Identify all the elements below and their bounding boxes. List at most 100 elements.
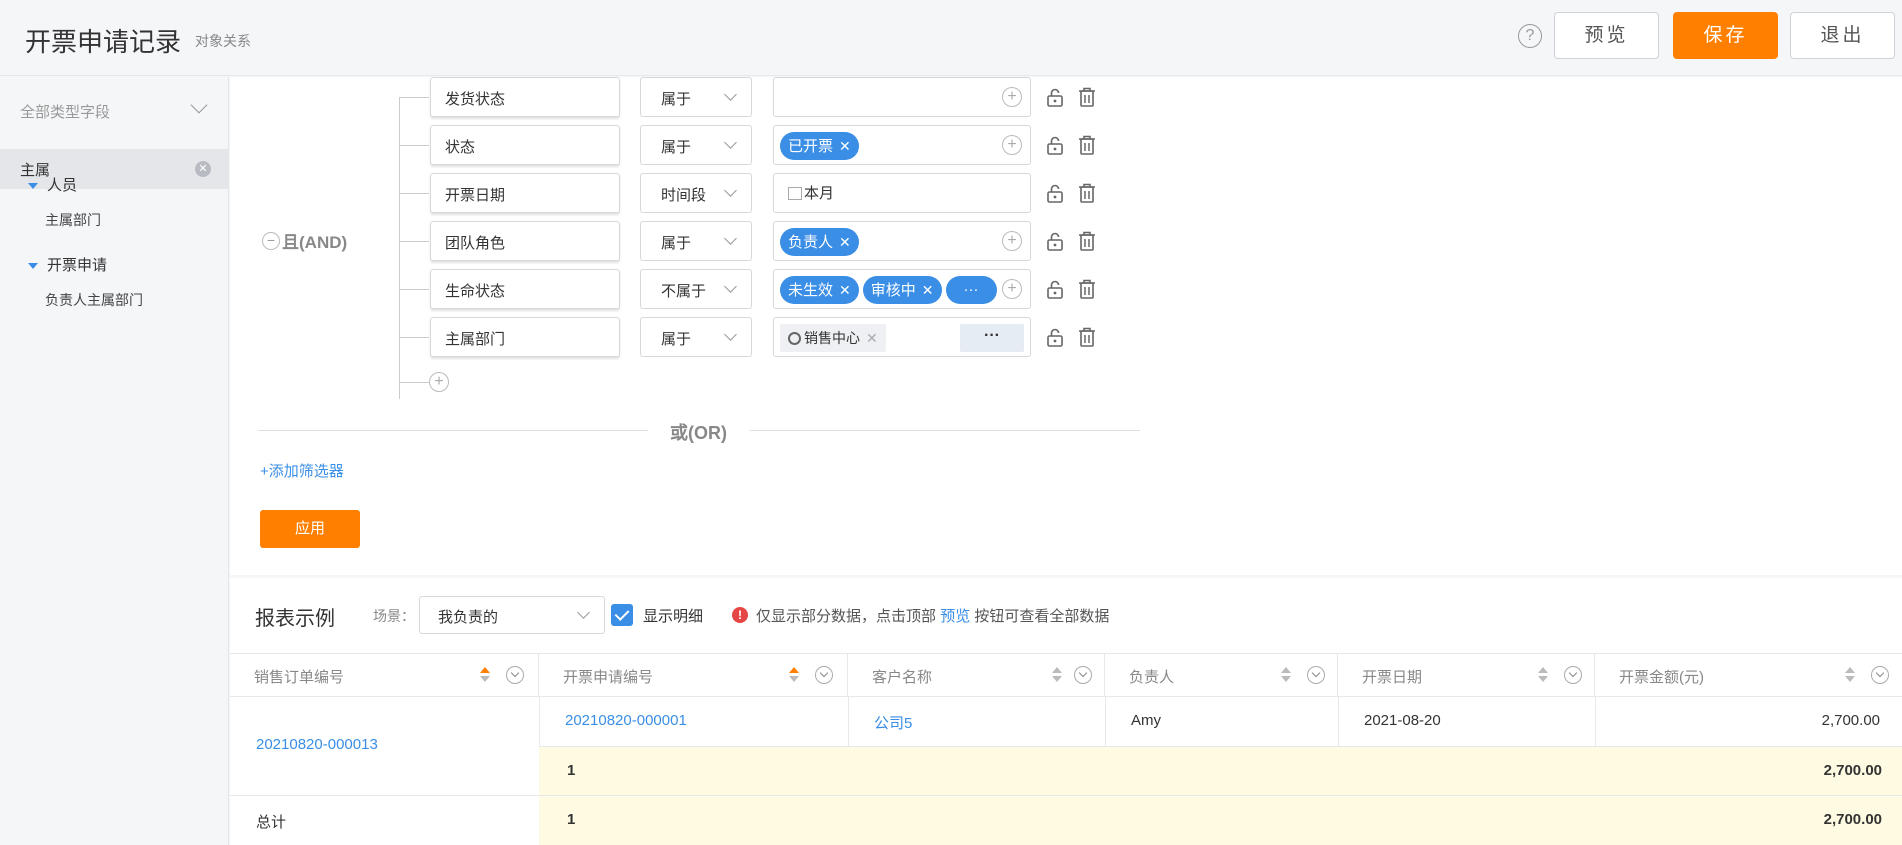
add-value-icon[interactable]: + [1002, 87, 1022, 107]
total-count: 1 [567, 811, 576, 828]
remove-department-icon[interactable]: ✕ [866, 330, 878, 346]
sidebar-item-owner-dept[interactable]: 负责人主属部门 [45, 290, 143, 310]
trash-icon[interactable] [1077, 278, 1097, 300]
filter-row: 团队角色 属于 负责人 ✕ + [230, 221, 1230, 261]
filter-field[interactable]: 发货状态 [430, 77, 620, 117]
grid-line [1338, 697, 1339, 746]
divider [750, 430, 1140, 431]
add-value-icon[interactable]: + [1002, 279, 1022, 299]
column-filter-icon[interactable] [815, 666, 833, 684]
remove-tag-icon[interactable]: ✕ [839, 234, 851, 250]
value-tag: 已开票 ✕ [780, 132, 859, 160]
lock-icon[interactable] [1045, 231, 1065, 251]
owner-cell: Amy [1131, 712, 1161, 729]
remove-tag-icon[interactable]: ✕ [839, 138, 851, 154]
notice-suffix: 按钮可查看全部数据 [974, 608, 1110, 625]
chevron-down-icon[interactable] [190, 96, 208, 114]
tag-label: 负责人 [788, 234, 834, 251]
department-picker[interactable]: 销售中心 ✕ ··· [773, 317, 1031, 357]
more-tags-tag[interactable]: ··· [945, 276, 997, 304]
column-header[interactable]: 开票日期 [1338, 654, 1595, 697]
filter-field[interactable]: 主属部门 [430, 317, 620, 357]
filter-value[interactable]: 已开票 ✕ + [773, 125, 1031, 165]
filter-field[interactable]: 生命状态 [430, 269, 620, 309]
apply-button[interactable]: 应用 [260, 510, 360, 548]
trash-icon[interactable] [1077, 86, 1097, 108]
sort-icon[interactable] [1538, 667, 1548, 683]
more-options-button[interactable]: ··· [960, 324, 1024, 352]
column-filter-icon[interactable] [1564, 666, 1582, 684]
lock-icon[interactable] [1045, 327, 1065, 347]
operator-label: 属于 [661, 235, 692, 252]
add-value-icon[interactable]: + [1002, 135, 1022, 155]
clear-icon[interactable]: ✕ [195, 161, 211, 177]
filter-row: 开票日期 时间段 本月 [230, 173, 1230, 213]
column-header[interactable]: 负责人 [1105, 654, 1338, 697]
preview-button[interactable]: 预览 [1554, 12, 1659, 59]
sidebar-item-dept[interactable]: 主属部门 [45, 210, 101, 230]
filter-value[interactable]: 负责人 ✕ + [773, 221, 1031, 261]
filter-operator[interactable]: 时间段 [640, 173, 752, 213]
customer-link[interactable]: 公司5 [874, 712, 912, 733]
filter-field[interactable]: 开票日期 [430, 173, 620, 213]
value-tag: 未生效 ✕ [780, 276, 859, 304]
sort-icon[interactable] [480, 667, 490, 683]
lock-icon[interactable] [1045, 135, 1065, 155]
trash-icon[interactable] [1077, 134, 1097, 156]
filter-operator[interactable]: 属于 [640, 317, 752, 357]
subtotal-amount: 2,700.00 [1823, 762, 1882, 779]
amount-cell: 2,700.00 [1821, 712, 1880, 729]
filter-operator[interactable]: 属于 [640, 125, 752, 165]
chevron-down-icon [724, 136, 737, 149]
column-filter-icon[interactable] [506, 666, 524, 684]
notice-text: 仅显示部分数据，点击顶部 预览 按钮可查看全部数据 [756, 605, 1109, 626]
add-filter-link[interactable]: +添加筛选器 [260, 460, 344, 481]
exit-button[interactable]: 退出 [1790, 12, 1895, 59]
filter-field[interactable]: 团队角色 [430, 221, 620, 261]
sort-icon[interactable] [789, 667, 799, 683]
sort-icon[interactable] [1281, 667, 1291, 683]
filter-operator[interactable]: 不属于 [640, 269, 752, 309]
sort-icon[interactable] [1052, 667, 1062, 683]
sidebar-group-person[interactable]: 人员 [28, 174, 77, 195]
column-filter-icon[interactable] [1074, 666, 1092, 684]
filter-value[interactable]: 未生效 ✕ 审核中 ✕ ··· + [773, 269, 1031, 309]
add-value-icon[interactable]: + [1002, 231, 1022, 251]
column-header[interactable]: 销售订单编号 [230, 654, 539, 697]
tag-label: 已开票 [788, 138, 834, 155]
caret-down-icon [28, 183, 38, 190]
trash-icon[interactable] [1077, 326, 1097, 348]
operator-label: 时间段 [661, 187, 707, 204]
lock-icon[interactable] [1045, 183, 1065, 203]
save-button[interactable]: 保存 [1673, 12, 1778, 59]
date-range-input[interactable]: 本月 [773, 173, 1031, 213]
filter-operator[interactable]: 属于 [640, 77, 752, 117]
order-number-link[interactable]: 20210820-000013 [256, 736, 378, 753]
filter-row: 发货状态 属于 + [230, 77, 1230, 117]
add-condition-icon[interactable]: + [429, 372, 449, 392]
trash-icon[interactable] [1077, 230, 1097, 252]
filter-operator[interactable]: 属于 [640, 221, 752, 261]
filter-field[interactable]: 状态 [430, 125, 620, 165]
value-tag: 负责人 ✕ [780, 228, 859, 256]
show-detail-checkbox[interactable] [611, 604, 633, 626]
filter-value[interactable]: + [773, 77, 1031, 117]
scene-select[interactable]: 我负责的 [419, 596, 605, 634]
help-icon[interactable]: ? [1518, 24, 1542, 48]
field-type-select[interactable]: 全部类型字段 [20, 101, 110, 122]
column-header[interactable]: 开票金额(元) [1595, 654, 1902, 697]
column-filter-icon[interactable] [1871, 666, 1889, 684]
column-header[interactable]: 客户名称 [848, 654, 1105, 697]
notice-preview-link[interactable]: 预览 [940, 608, 970, 625]
column-header[interactable]: 开票申请编号 [539, 654, 848, 697]
sidebar-group-invoice[interactable]: 开票申请 [28, 254, 107, 275]
trash-icon[interactable] [1077, 182, 1097, 204]
column-filter-icon[interactable] [1307, 666, 1325, 684]
lock-icon[interactable] [1045, 87, 1065, 107]
sort-icon[interactable] [1845, 667, 1855, 683]
remove-tag-icon[interactable]: ✕ [839, 282, 851, 298]
apply-number-link[interactable]: 20210820-000001 [565, 712, 687, 729]
remove-tag-icon[interactable]: ✕ [922, 282, 934, 298]
chevron-down-icon [724, 280, 737, 293]
lock-icon[interactable] [1045, 279, 1065, 299]
